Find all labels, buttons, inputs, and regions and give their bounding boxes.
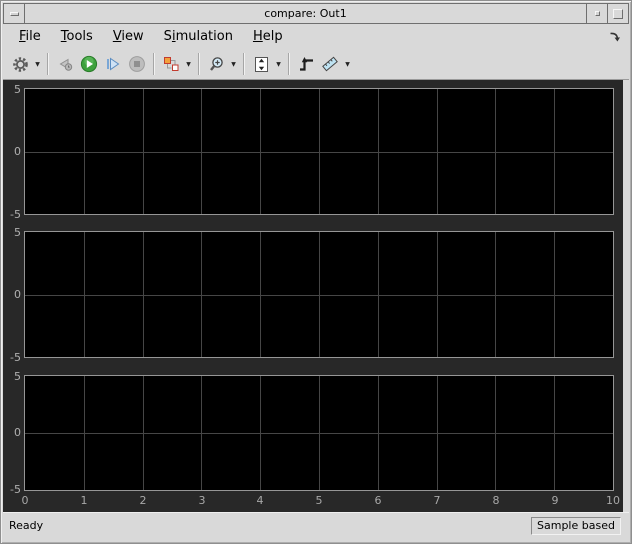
x-tick-label: 5: [315, 494, 323, 507]
maximize-button[interactable]: [607, 4, 628, 23]
toolbar-separator: [153, 53, 155, 75]
toolbar-separator: [288, 53, 290, 75]
grid-line: [25, 151, 613, 153]
fit-to-view-button[interactable]: [249, 52, 273, 76]
grid-line: [25, 433, 613, 434]
stop-icon: [129, 56, 145, 72]
trigger-button[interactable]: [294, 52, 318, 76]
grid-line: [25, 294, 613, 296]
scope-axes-1[interactable]: [24, 88, 614, 215]
menu-view[interactable]: View: [107, 27, 150, 46]
maximize-icon: [613, 8, 623, 19]
step-forward-button[interactable]: [101, 52, 125, 76]
window-title: compare: Out1: [264, 7, 347, 20]
x-tick-label: 0: [21, 494, 29, 507]
menu-help[interactable]: Help: [247, 27, 289, 46]
gear-icon: [12, 56, 28, 72]
scope-canvas: 5 0 -5 5 0 -5 5 0 -5 0 1 2 3 4 5 6 7 8 9…: [3, 80, 623, 512]
x-tick-label: 4: [256, 494, 264, 507]
y-tick-label: 0: [14, 145, 21, 158]
y-tick-label: -5: [10, 351, 21, 364]
y-tick-label: 5: [14, 226, 21, 239]
scope-axes-3[interactable]: [24, 375, 614, 491]
trigger-icon: [299, 56, 313, 71]
toolbar-separator: [47, 53, 49, 75]
play-icon: [80, 55, 98, 73]
ruler-icon: [322, 56, 338, 72]
settings-dropdown[interactable]: ▼: [32, 52, 43, 76]
toolbar-separator: [198, 53, 200, 75]
signal-selector-dropdown[interactable]: ▼: [183, 52, 194, 76]
y-tick-label: 0: [14, 426, 21, 439]
cursor-measurements-dropdown[interactable]: ▼: [342, 52, 353, 76]
menu-simulation[interactable]: Simulation: [158, 27, 239, 46]
x-tick-label: 2: [139, 494, 147, 507]
x-tick-label: 1: [80, 494, 88, 507]
dash-icon: [9, 11, 19, 16]
menu-tools[interactable]: Tools: [55, 27, 99, 46]
scope-window: compare: Out1 File Tools View Simulation…: [0, 0, 632, 544]
y-tick-label: 0: [14, 288, 21, 301]
x-tick-label: 3: [198, 494, 206, 507]
window-menu-button[interactable]: [4, 4, 25, 23]
y-tick-label: 5: [14, 83, 21, 96]
toolbar: ▼ ▼ ▼ ▼ ▼: [3, 49, 629, 80]
minimize-icon: [594, 11, 600, 16]
minimize-button[interactable]: [586, 4, 607, 23]
step-back-button[interactable]: [53, 52, 77, 76]
fit-to-view-dropdown[interactable]: ▼: [273, 52, 284, 76]
menu-bar: File Tools View Simulation Help: [3, 24, 629, 49]
cursor-measurements-button[interactable]: [318, 52, 342, 76]
step-back-icon: [59, 58, 72, 71]
fit-to-view-icon: [254, 56, 268, 72]
y-tick-label: 5: [14, 370, 21, 383]
signal-selector-button[interactable]: [159, 52, 183, 76]
status-text: Ready: [9, 519, 44, 532]
menu-file[interactable]: File: [13, 27, 47, 46]
x-tick-label: 8: [492, 494, 500, 507]
zoom-button[interactable]: [204, 52, 228, 76]
sample-mode-indicator: Sample based: [531, 517, 621, 535]
step-forward-icon: [107, 57, 120, 71]
signal-selector-icon: [163, 56, 178, 71]
dock-arrow-icon[interactable]: [608, 30, 621, 43]
y-tick-label: -5: [10, 208, 21, 221]
toolbar-separator: [243, 53, 245, 75]
scope-axes-2[interactable]: [24, 231, 614, 358]
status-bar: Ready Sample based: [3, 512, 629, 542]
x-tick-label: 9: [551, 494, 559, 507]
title-bar: compare: Out1: [3, 3, 629, 24]
zoom-in-icon: [209, 56, 223, 71]
zoom-dropdown[interactable]: ▼: [228, 52, 239, 76]
stop-button[interactable]: [125, 52, 149, 76]
run-button[interactable]: [77, 52, 101, 76]
x-tick-label: 7: [433, 494, 441, 507]
x-tick-label: 6: [374, 494, 382, 507]
settings-button[interactable]: [8, 52, 32, 76]
x-tick-label: 10: [606, 494, 620, 507]
